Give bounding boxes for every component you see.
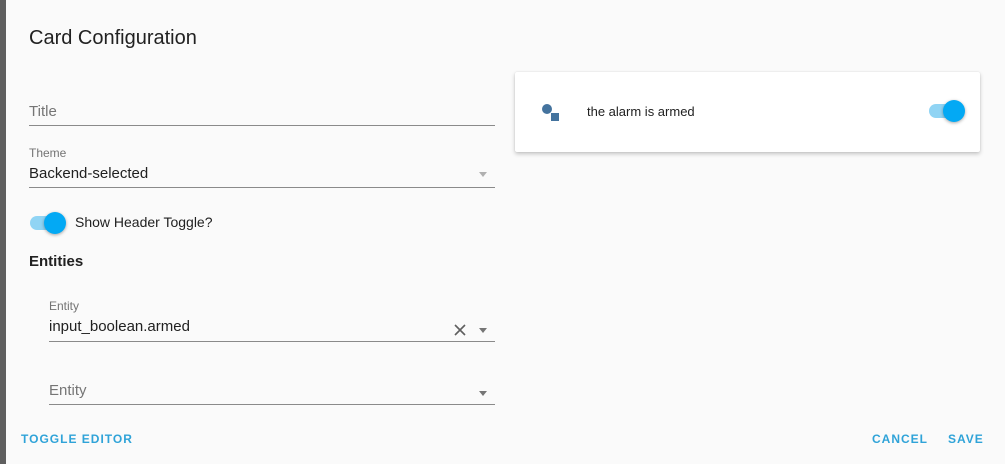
title-field[interactable]: Title xyxy=(29,96,495,126)
show-header-toggle-label: Show Header Toggle? xyxy=(75,214,213,230)
entity-underline xyxy=(49,404,495,405)
toggle-thumb xyxy=(44,212,66,234)
theme-label: Theme xyxy=(29,146,67,160)
shapes-icon xyxy=(542,104,559,121)
save-button[interactable]: SAVE xyxy=(948,432,984,446)
card-configuration-dialog: Card Configuration Title Theme Backend-s… xyxy=(6,0,1005,464)
entity-placeholder: Entity xyxy=(49,382,87,399)
entity-picker[interactable]: Entity input_boolean.armed xyxy=(49,297,495,342)
toggle-thumb xyxy=(943,100,965,122)
close-icon[interactable] xyxy=(454,324,466,336)
title-underline xyxy=(29,125,495,126)
show-header-toggle-switch[interactable] xyxy=(30,211,66,235)
toggle-editor-button[interactable]: TOGGLE EDITOR xyxy=(21,432,133,446)
preview-entity-name: the alarm is armed xyxy=(587,104,695,119)
cancel-button[interactable]: CANCEL xyxy=(872,432,928,446)
dialog-title: Card Configuration xyxy=(29,27,197,49)
entities-heading: Entities xyxy=(29,253,84,270)
chevron-down-icon[interactable] xyxy=(479,391,487,396)
theme-dropdown[interactable]: Theme Backend-selected xyxy=(29,144,495,188)
entity-value: input_boolean.armed xyxy=(49,318,190,335)
title-placeholder: Title xyxy=(29,103,57,120)
preview-entity-toggle[interactable] xyxy=(929,99,965,123)
chevron-down-icon[interactable] xyxy=(479,328,487,333)
preview-card: the alarm is armed xyxy=(515,72,980,152)
entity-label: Entity xyxy=(49,299,80,313)
entity-underline xyxy=(49,341,495,342)
theme-underline xyxy=(29,187,495,188)
chevron-down-icon[interactable] xyxy=(479,172,487,177)
entity-picker-empty[interactable]: Entity xyxy=(49,374,495,405)
theme-value: Backend-selected xyxy=(29,165,149,182)
